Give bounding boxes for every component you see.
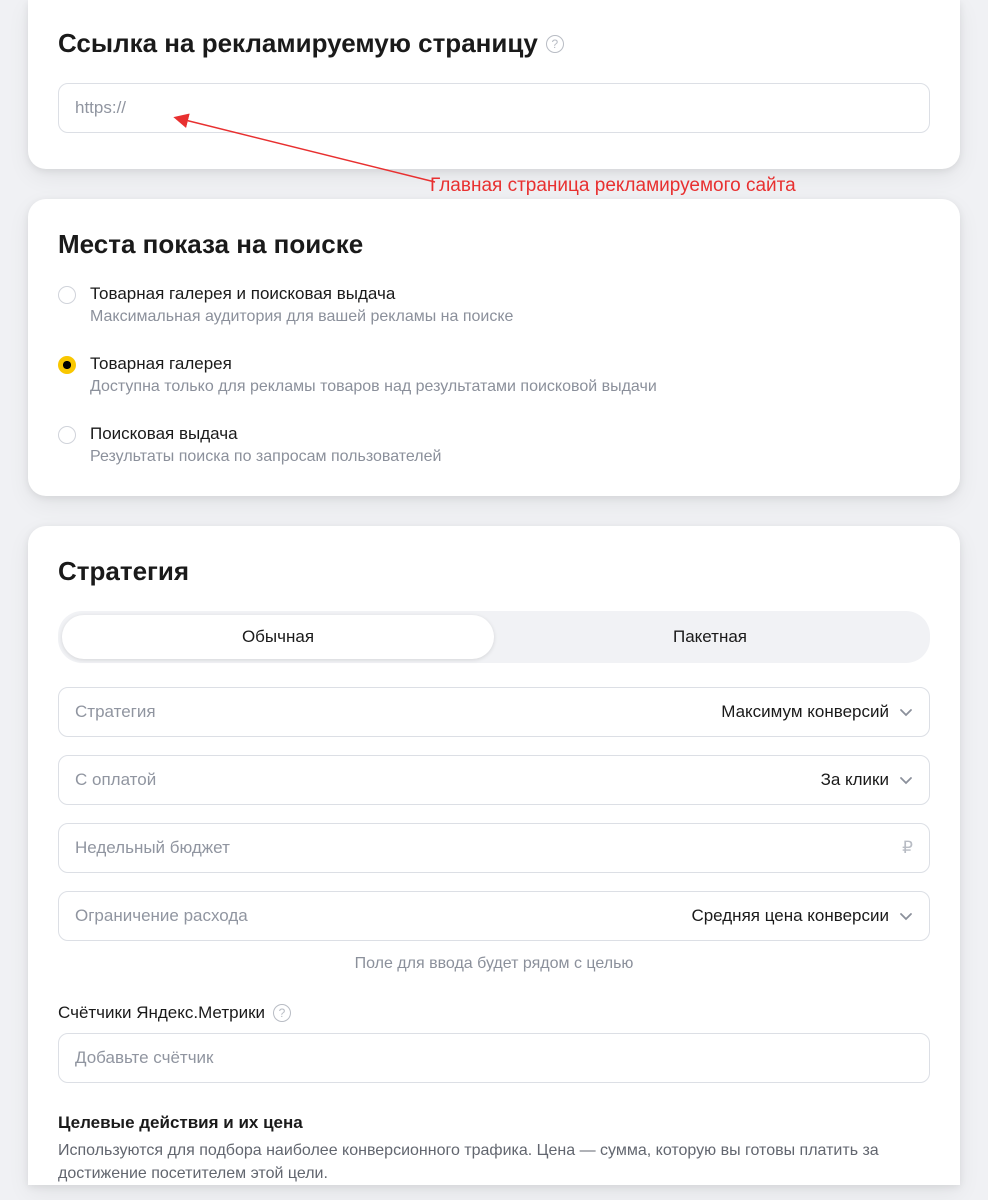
radio-desc: Максимальная аудитория для вашей рекламы… [90,308,513,326]
select-value: Средняя цена конверсии [691,906,889,926]
select-label: С оплатой [75,770,156,790]
radio-option-gallery[interactable]: Товарная галерея Доступна только для рек… [58,354,930,396]
limit-hint: Поле для ввода будет рядом с целью [58,955,930,973]
radio-circle [58,286,76,304]
radio-title: Товарная галерея [90,354,657,374]
counter-placeholder: Добавьте счётчик [75,1048,214,1067]
radio-desc: Результаты поиска по запросам пользовате… [90,448,441,466]
strategy-card: Стратегия Обычная Пакетная Стратегия Мак… [28,526,960,1185]
tab-regular[interactable]: Обычная [62,615,494,659]
help-icon[interactable]: ? [546,35,564,53]
currency-symbol: ₽ [902,838,913,858]
places-title: Места показа на поиске [58,229,930,260]
budget-input[interactable]: Недельный бюджет ₽ [58,823,930,873]
link-section-title: Ссылка на рекламируемую страницу ? [58,28,930,59]
select-label: Недельный бюджет [75,838,230,858]
chevron-down-icon [899,705,913,719]
select-label: Ограничение расхода [75,906,248,926]
radio-option-gallery-search[interactable]: Товарная галерея и поисковая выдача Макс… [58,284,930,326]
goals-desc: Используются для подбора наиболее конвер… [58,1139,930,1185]
tab-batch[interactable]: Пакетная [494,615,926,659]
radio-title: Товарная галерея и поисковая выдача [90,284,513,304]
link-title-text: Ссылка на рекламируемую страницу [58,28,538,59]
chevron-down-icon [899,909,913,923]
select-value: За клики [821,770,889,790]
limit-select[interactable]: Ограничение расхода Средняя цена конверс… [58,891,930,941]
radio-circle [58,426,76,444]
select-value: Максимум конверсий [721,702,889,722]
link-card: Ссылка на рекламируемую страницу ? [28,0,960,169]
strategy-tab-switch: Обычная Пакетная [58,611,930,663]
goals-title: Целевые действия и их цена [58,1113,930,1133]
strategy-select[interactable]: Стратегия Максимум конверсий [58,687,930,737]
radio-option-search[interactable]: Поисковая выдача Результаты поиска по за… [58,424,930,466]
radio-desc: Доступна только для рекламы товаров над … [90,378,657,396]
places-card: Места показа на поиске Товарная галерея … [28,199,960,496]
counter-input[interactable]: Добавьте счётчик [58,1033,930,1083]
select-label: Стратегия [75,702,156,722]
metrics-label-text: Счётчики Яндекс.Метрики [58,1003,265,1023]
radio-circle [58,356,76,374]
payment-select[interactable]: С оплатой За клики [58,755,930,805]
annotation-text: Главная страница рекламируемого сайта [430,175,796,197]
chevron-down-icon [899,773,913,787]
strategy-title: Стратегия [58,556,930,587]
url-input[interactable] [58,83,930,133]
radio-title: Поисковая выдача [90,424,441,444]
help-icon[interactable]: ? [273,1004,291,1022]
metrics-label: Счётчики Яндекс.Метрики ? [58,1003,930,1023]
